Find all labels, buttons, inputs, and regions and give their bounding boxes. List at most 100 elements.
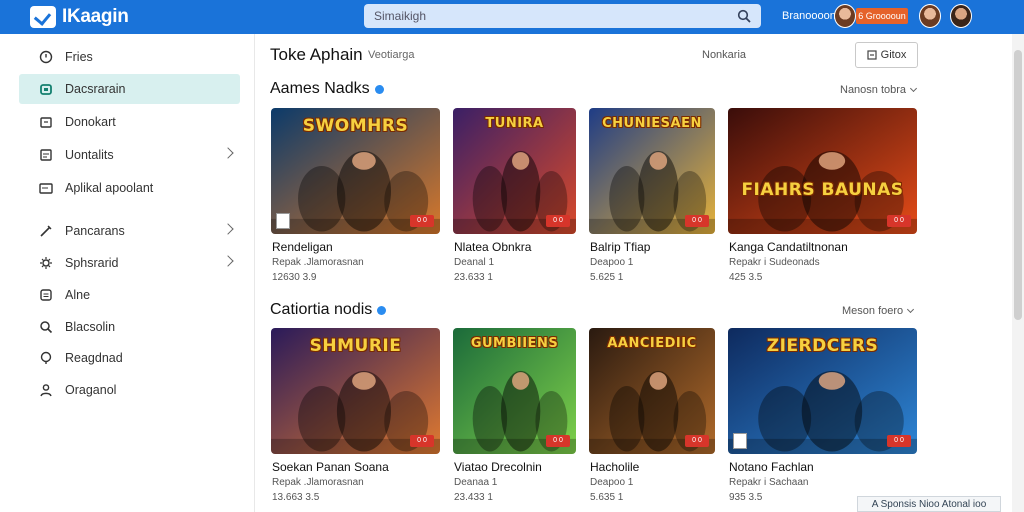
user-name[interactable]: Branoooon <box>782 10 836 22</box>
game-developer[interactable]: Repak .Jlamorasnan <box>272 477 364 488</box>
sidebar-item-label: Donokart <box>65 115 116 129</box>
sidebar-item-label: Aplikal apoolant <box>65 181 154 195</box>
avatar[interactable] <box>950 4 972 28</box>
game-stats: 23.433 1 <box>454 492 493 503</box>
game-thumbnail[interactable]: SWOMHRS 0 0 <box>271 108 440 234</box>
card-icon <box>39 183 53 194</box>
game-name[interactable]: Kanga Candatiltnonan <box>729 240 848 254</box>
section-title: Catiortia nodis <box>270 301 387 319</box>
top-bar: IKaagin Branoooon 6 Grooooun <box>0 0 1024 34</box>
game-thumbnail[interactable]: AANCIEDIIC 0 0 <box>589 328 715 454</box>
search-input[interactable] <box>374 9 714 23</box>
game-badge: 0 0 <box>685 215 709 227</box>
game-badge: 0 0 <box>410 215 434 227</box>
game-name[interactable]: Soekan Panan Soana <box>272 460 389 474</box>
game-name[interactable]: Hacholile <box>590 460 639 474</box>
publisher-logo-icon <box>733 433 747 449</box>
game-name[interactable]: Balrip Tfiap <box>590 240 650 254</box>
game-stats: 5.625 1 <box>590 272 624 283</box>
sidebar-item-label: Blacsolin <box>65 320 116 334</box>
publisher-logo-icon <box>276 213 290 229</box>
sidebar-item[interactable]: Uontalits <box>19 140 240 170</box>
sidebar-item[interactable]: Donokart <box>19 107 240 137</box>
sidebar-item[interactable]: Aplikal apoolant <box>19 173 240 203</box>
app-name: IKaagin <box>62 6 129 27</box>
scrollbar[interactable] <box>1012 34 1024 512</box>
avatar[interactable] <box>919 4 941 28</box>
game-thumbnail-title: SHMURIE <box>309 336 402 356</box>
game-developer[interactable]: Repak .Jlamorasnan <box>272 257 364 268</box>
game-developer[interactable]: Repakr i Sachaan <box>729 477 809 488</box>
section-more-label: Meson foero <box>842 305 904 317</box>
game-developer[interactable]: Deapoo 1 <box>590 477 633 488</box>
sidebar-item[interactable]: Dacsrarain <box>19 74 240 104</box>
chevron-right-icon[interactable] <box>222 147 234 159</box>
game-card[interactable]: AANCIEDIIC 0 0 Hacholile Deapoo 1 5.635 1 <box>589 328 715 503</box>
game-name[interactable]: Rendeligan <box>272 240 333 254</box>
game-card[interactable]: FIAHRS BAUNAS 0 0 Kanga Candatiltnonan Repa… <box>728 108 917 283</box>
app-logo[interactable]: IKaagin <box>30 6 129 28</box>
game-developer[interactable]: Deapoo 1 <box>590 257 633 268</box>
calendar-icon <box>40 117 52 128</box>
avatar[interactable] <box>834 4 856 28</box>
game-developer[interactable]: Deanaa 1 <box>454 477 497 488</box>
game-developer[interactable]: Deanal 1 <box>454 257 494 268</box>
scroll-thumb[interactable] <box>1014 50 1022 320</box>
page-title: Toke Aphain <box>270 45 363 64</box>
game-card[interactable]: ZIERDCERS 0 0 Notano Fachlan Repakr i Sacha… <box>728 328 917 503</box>
game-card[interactable]: GUMBIIENS 0 0 Viatao Drecolnin Deanaa 1 23.4… <box>453 328 576 503</box>
sidebar-item-label: Pancarans <box>65 224 125 238</box>
pen-icon <box>40 225 52 237</box>
game-thumbnail[interactable]: ZIERDCERS 0 0 <box>728 328 917 454</box>
game-thumbnail[interactable]: TUNIRA 0 0 <box>453 108 576 234</box>
sidebar-item[interactable]: Alne <box>19 280 240 310</box>
list-icon <box>40 149 52 161</box>
game-card[interactable]: SWOMHRS 0 0 Rendeligan Repak .Jlamorasnan 12… <box>271 108 440 283</box>
game-thumbnail[interactable]: FIAHRS BAUNAS 0 0 <box>728 108 917 234</box>
game-name[interactable]: Notano Fachlan <box>729 460 814 474</box>
game-thumbnail[interactable]: GUMBIIENS 0 0 <box>453 328 576 454</box>
game-card[interactable]: CHUNIESAEN 0 0 Balrip Tfiap Deapoo 1 5.625 1 <box>589 108 715 283</box>
sidebar-item[interactable]: Fries <box>19 42 240 72</box>
game-developer[interactable]: Repakr i Sudeonads <box>729 257 820 268</box>
search-box[interactable] <box>364 4 761 28</box>
game-name[interactable]: Nlatea Obnkra <box>454 240 531 254</box>
game-stats: 13.663 3.5 <box>272 492 320 503</box>
sidebar-item[interactable]: Sphsrarid <box>19 248 240 278</box>
game-badge: 0 0 <box>685 435 709 447</box>
section-more-link[interactable]: Nanosn tobra <box>840 84 918 96</box>
sidebar-item-label: Sphsrarid <box>65 256 119 270</box>
sidebar-item-label: Reagdnad <box>65 351 123 365</box>
notification-toast[interactable]: A Sponsis Nioo Atonal ioo <box>857 496 1001 512</box>
sidebar-item[interactable]: Reagdnad <box>19 343 240 373</box>
section-title-text: Aames Nadks <box>270 80 370 97</box>
game-thumbnail-title: AANCIEDIIC <box>607 336 697 351</box>
sidebar-item-label: Fries <box>65 50 93 64</box>
sidebar-item[interactable]: Pancarans <box>19 216 240 246</box>
game-card[interactable]: SHMURIE 0 0 Soekan Panan Soana Repak .Jlamo… <box>271 328 440 503</box>
sidebar-item[interactable]: Oraganol <box>19 375 240 405</box>
header-link[interactable]: Nonkaria <box>702 49 746 61</box>
game-thumbnail-title: SWOMHRS <box>302 116 409 136</box>
sidebar-item-label: Uontalits <box>65 148 114 162</box>
game-stats: 23.633 1 <box>454 272 493 283</box>
sidebar-item-label: Alne <box>65 288 91 302</box>
game-thumbnail-title: CHUNIESAEN <box>602 116 702 131</box>
game-name[interactable]: Viatao Drecolnin <box>454 460 542 474</box>
bulb-icon <box>40 351 52 364</box>
search-icon[interactable] <box>737 9 751 23</box>
game-card[interactable]: TUNIRA 0 0 Nlatea Obnkra Deanal 1 23.633 1 <box>453 108 576 283</box>
chevron-right-icon[interactable] <box>222 223 234 235</box>
box-icon <box>40 289 52 301</box>
chevron-down-icon <box>910 84 918 93</box>
logo-icon <box>30 6 56 28</box>
filter-icon <box>867 50 877 60</box>
sidebar-item[interactable]: Blacsolin <box>19 312 240 342</box>
section-more-link[interactable]: Meson foero <box>842 305 915 317</box>
game-thumbnail[interactable]: CHUNIESAEN 0 0 <box>589 108 715 234</box>
points-badge[interactable]: 6 Grooooun <box>856 8 908 24</box>
game-thumbnail[interactable]: SHMURIE 0 0 <box>271 328 440 454</box>
header-button[interactable]: Gitox <box>855 42 918 68</box>
chevron-right-icon[interactable] <box>222 255 234 267</box>
game-stats: 425 3.5 <box>729 272 763 283</box>
